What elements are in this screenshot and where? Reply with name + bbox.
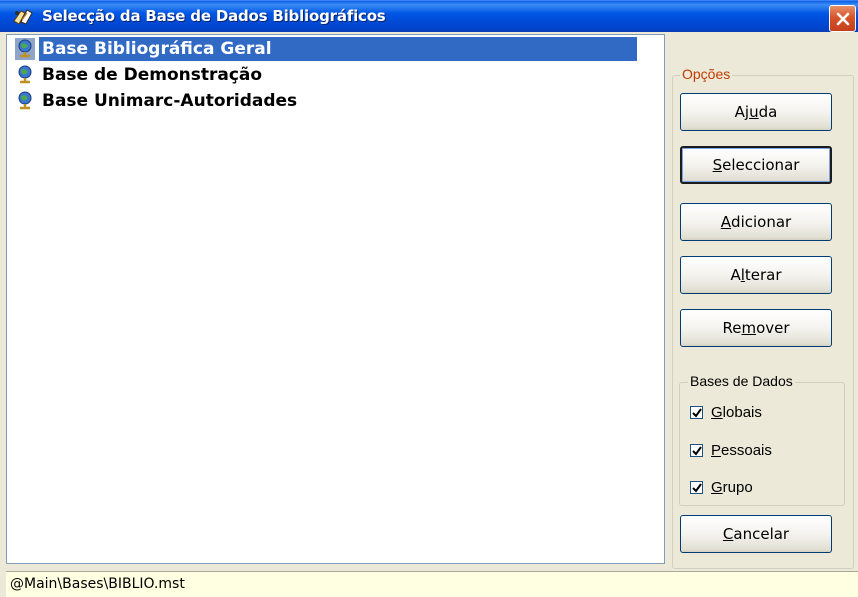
options-group-label: Opções	[680, 66, 733, 82]
dialog-window: Selecção da Base de Dados Bibliográficos…	[0, 0, 858, 597]
list-item-base-bibliografica-geral[interactable]: Base Bibliográfica Geral	[15, 37, 637, 61]
status-bar: @Main\Bases\BIBLIO.mst	[6, 571, 858, 597]
status-path: @Main\Bases\BIBLIO.mst	[10, 576, 185, 592]
list-item-label: Base de Demonstração	[42, 65, 263, 85]
databases-group-label: Bases de Dados	[688, 373, 795, 389]
pessoais-checkbox[interactable]: Pessoais	[690, 440, 772, 460]
checkbox-label: Grupo	[711, 478, 753, 496]
title-bar[interactable]: Selecção da Base de Dados Bibliográficos	[0, 0, 858, 32]
globe-db-icon	[18, 65, 32, 84]
list-item-base-unimarc-autoridades[interactable]: Base Unimarc-Autoridades	[15, 89, 300, 113]
select-button[interactable]: Seleccionar	[680, 146, 832, 184]
help-button[interactable]: Aj u da	[680, 93, 832, 131]
checkbox-label: Pessoais	[711, 441, 772, 459]
check-icon	[692, 482, 702, 493]
grupo-checkbox[interactable]: Grupo	[690, 477, 753, 497]
globe-db-icon	[15, 38, 35, 60]
checkbox-box[interactable]	[690, 443, 703, 457]
check-icon	[692, 445, 702, 456]
remove-button[interactable]: Re m over	[680, 309, 832, 347]
add-button[interactable]: Adicionar	[680, 203, 832, 241]
cancel-button[interactable]: Cancelar	[680, 515, 832, 553]
checkbox-box[interactable]	[690, 480, 703, 494]
globe-db-icon	[18, 91, 32, 110]
check-icon	[692, 407, 702, 418]
close-button[interactable]	[829, 5, 856, 32]
list-item-label: Base Bibliográfica Geral	[39, 37, 275, 61]
checkbox-label: Globais	[711, 403, 762, 421]
close-icon	[836, 12, 850, 26]
window-title: Selecção da Base de Dados Bibliográficos	[42, 7, 386, 25]
database-list[interactable]: Base Bibliográfica Geral Base de Demonst…	[6, 34, 665, 564]
list-item-label: Base Unimarc-Autoridades	[42, 91, 298, 111]
list-item-base-de-demonstracao[interactable]: Base de Demonstração	[15, 63, 265, 87]
edit-button[interactable]: Al terar	[680, 256, 832, 294]
globais-checkbox[interactable]: Globais	[690, 402, 762, 422]
checkbox-box[interactable]	[690, 405, 703, 419]
books-icon	[13, 9, 33, 25]
